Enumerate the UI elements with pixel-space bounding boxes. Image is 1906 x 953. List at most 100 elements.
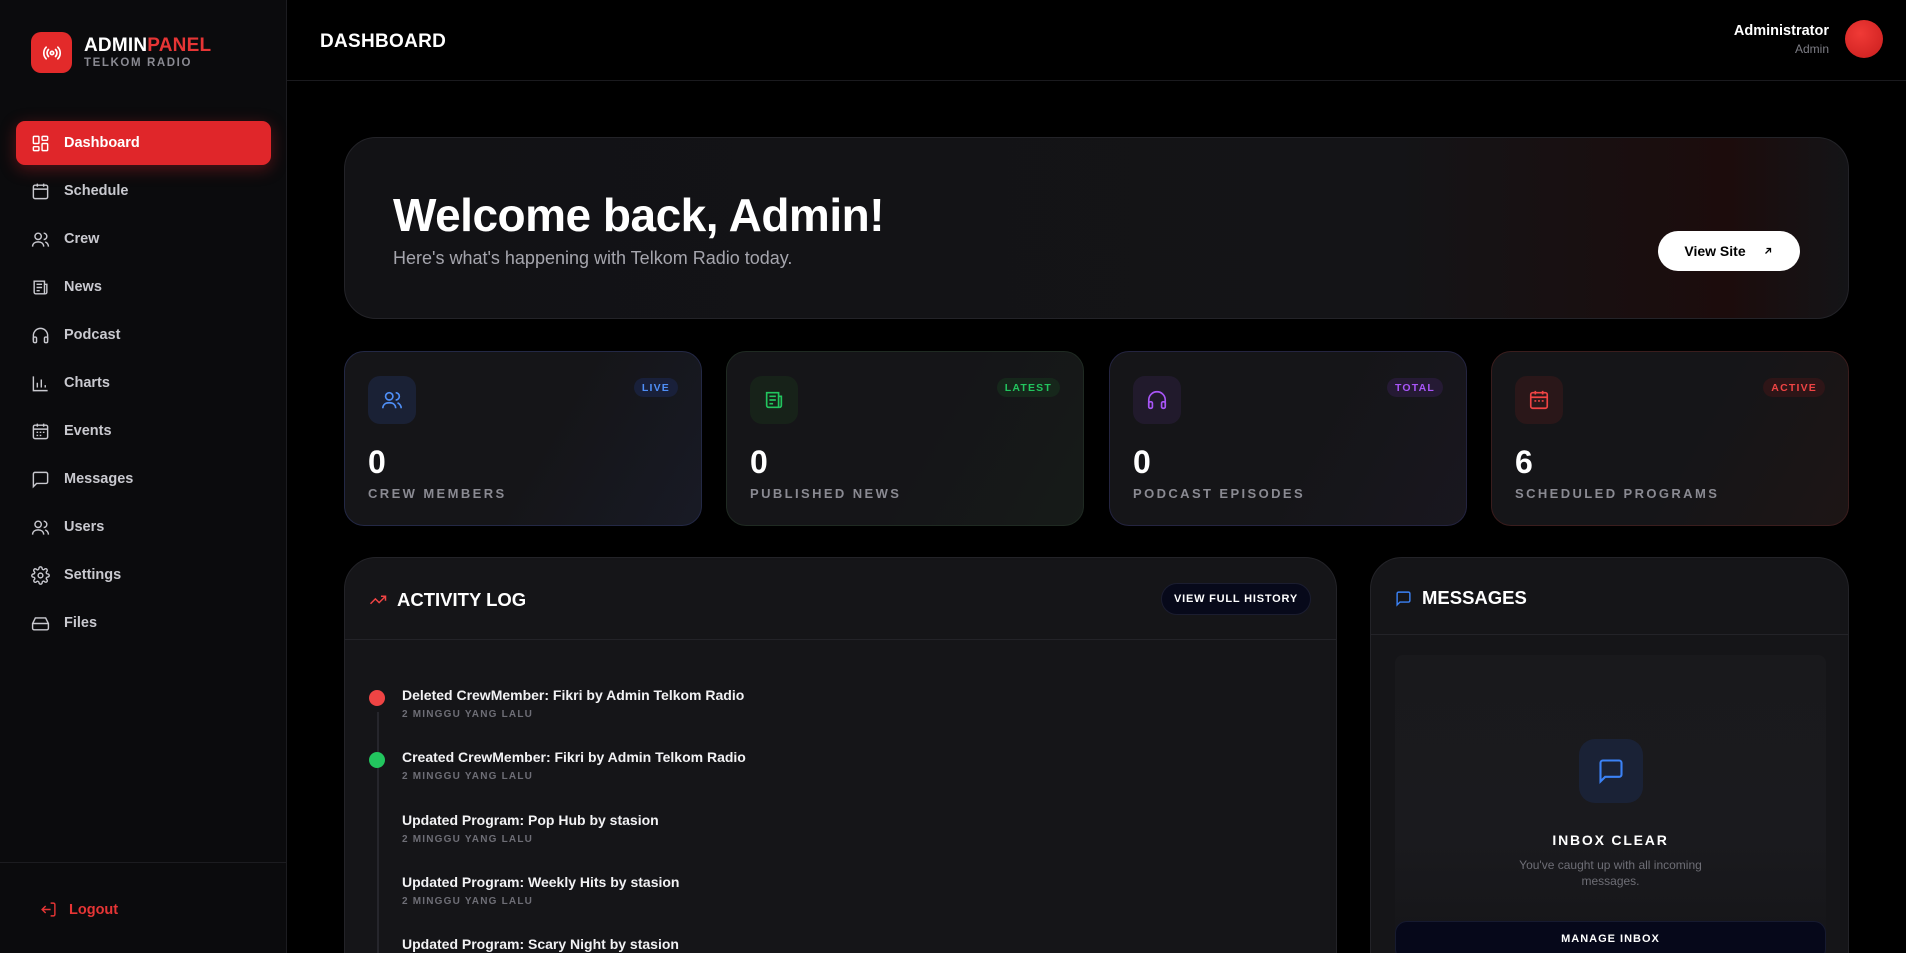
manage-inbox-button[interactable]: MANAGE INBOX (1395, 921, 1826, 953)
stat-card-podcast[interactable]: TOTAL 0 PODCAST EPISODES (1109, 351, 1467, 526)
calendar-grid-icon (32, 423, 49, 439)
activity-item[interactable]: Updated Program: Weekly Hits by stasion … (402, 874, 679, 907)
trending-up-icon (369, 595, 387, 605)
user-menu[interactable]: Administrator Admin (1734, 20, 1883, 58)
view-site-label: View Site (1684, 243, 1746, 259)
status-dot (369, 690, 385, 706)
stat-label: SCHEDULED PROGRAMS (1515, 486, 1720, 501)
welcome-subheading: Here's what's happening with Telkom Radi… (393, 248, 793, 268)
logout-icon (41, 902, 56, 917)
messages-heading: MESSAGES (1422, 587, 1527, 608)
brand[interactable]: ADMINPANEL TELKOM RADIO (31, 32, 211, 73)
brand-name: ADMINPANEL (84, 34, 212, 56)
chat-bubble-icon (1579, 739, 1643, 803)
sidebar-item-news[interactable]: News (16, 265, 271, 309)
newspaper-icon (750, 376, 798, 424)
sidebar-item-charts[interactable]: Charts (16, 361, 271, 405)
sidebar-item-label: Podcast (64, 327, 121, 343)
activity-text: Updated Program: Scary Night by stasion (402, 936, 679, 952)
activity-item[interactable]: Updated Program: Scary Night by stasion (402, 936, 679, 952)
brand-subtitle: TELKOM RADIO (84, 56, 192, 69)
users-icon (368, 376, 416, 424)
message-icon (1396, 590, 1411, 607)
activity-time: 2 MINGGU YANG LALU (402, 896, 534, 907)
stat-value: 0 (1133, 444, 1151, 480)
activity-text: Updated Program: Weekly Hits by stasion (402, 874, 680, 890)
sidebar-item-label: Events (64, 423, 112, 439)
sidebar-item-podcast[interactable]: Podcast (16, 313, 271, 357)
message-icon (32, 471, 49, 488)
page-title: DASHBOARD (320, 31, 447, 52)
sidebar-nav: Dashboard Schedule Crew News Podcast Cha… (16, 121, 271, 649)
inbox-clear-title: INBOX CLEAR (1552, 832, 1669, 848)
timeline-line (377, 712, 379, 953)
stat-card-news[interactable]: LATEST 0 PUBLISHED NEWS (726, 351, 1084, 526)
logout-button[interactable]: Logout (40, 901, 118, 918)
status-badge: TOTAL (1386, 378, 1443, 397)
sidebar-item-label: Schedule (64, 183, 129, 199)
newspaper-icon (33, 279, 48, 295)
stat-label: CREW MEMBERS (368, 486, 507, 501)
sidebar-item-events[interactable]: Events (16, 409, 271, 453)
messages-title: MESSAGES (1395, 587, 1527, 609)
users-icon (31, 231, 50, 247)
welcome-heading: Welcome back, Admin! (393, 189, 885, 241)
sidebar-footer: Logout (0, 862, 287, 953)
activity-log-heading: ACTIVITY LOG (397, 589, 527, 610)
headphones-icon (32, 327, 49, 343)
welcome-banner: Welcome back, Admin! Here's what's happe… (344, 137, 1849, 319)
avatar[interactable] (1845, 20, 1883, 58)
view-full-history-button[interactable]: VIEW FULL HISTORY (1161, 583, 1311, 615)
sidebar-item-label: Users (64, 519, 105, 535)
sidebar-item-settings[interactable]: Settings (16, 553, 271, 597)
messages-panel: MESSAGES INBOX CLEAR You've caught up wi… (1370, 557, 1849, 953)
activity-item[interactable]: Created CrewMember: Fikri by Admin Telko… (369, 749, 746, 782)
headphones-icon (1133, 376, 1181, 424)
sidebar-item-label: Dashboard (64, 135, 140, 151)
activity-text: Created CrewMember: Fikri by Admin Telko… (402, 749, 746, 765)
activity-text: Deleted CrewMember: Fikri by Admin Telko… (402, 687, 745, 703)
external-arrow-icon (1764, 247, 1771, 254)
user-name: Administrator (1733, 22, 1829, 39)
sidebar-item-label: Crew (64, 231, 100, 247)
drive-icon (31, 616, 50, 631)
user-role: Admin (1794, 41, 1829, 56)
stat-card-programs[interactable]: ACTIVE 6 SCHEDULED PROGRAMS (1491, 351, 1849, 526)
activity-time: 2 MINGGU YANG LALU (402, 834, 534, 845)
sidebar-item-messages[interactable]: Messages (16, 457, 271, 501)
logout-label: Logout (69, 901, 119, 918)
brand-name-panel: PANEL (147, 34, 212, 56)
brand-name-admin: ADMIN (84, 34, 148, 56)
sidebar-item-schedule[interactable]: Schedule (16, 169, 271, 213)
sidebar-item-label: Messages (64, 471, 134, 487)
inbox-empty-state: INBOX CLEAR You've caught up with all in… (1395, 655, 1826, 953)
sidebar-item-crew[interactable]: Crew (16, 217, 271, 261)
activity-time: 2 MINGGU YANG LALU (402, 709, 534, 720)
sidebar-item-label: Charts (64, 375, 110, 391)
calendar-icon (1515, 376, 1563, 424)
sidebar-item-files[interactable]: Files (16, 601, 271, 645)
gear-icon (31, 565, 50, 585)
activity-time: 2 MINGGU YANG LALU (402, 771, 534, 782)
status-badge: ACTIVE (1763, 378, 1825, 397)
bar-chart-icon (32, 375, 48, 391)
sidebar-item-label: Settings (64, 567, 122, 583)
calendar-icon (32, 183, 49, 199)
stat-label: PUBLISHED NEWS (750, 486, 902, 501)
status-badge: LATEST (996, 378, 1060, 397)
view-site-button[interactable]: View Site (1658, 231, 1800, 271)
status-dot (369, 752, 385, 768)
sidebar-item-users[interactable]: Users (16, 505, 271, 549)
sidebar-item-dashboard[interactable]: Dashboard (16, 121, 271, 165)
dashboard-icon (32, 135, 49, 151)
activity-log-title: ACTIVITY LOG (369, 589, 526, 611)
activity-item[interactable]: Updated Program: Pop Hub by stasion 2 MI… (402, 812, 659, 845)
sidebar-item-label: Files (64, 615, 98, 631)
users-icon (31, 519, 50, 535)
sidebar: ADMINPANEL TELKOM RADIO Dashboard Schedu… (0, 0, 287, 953)
topbar: DASHBOARD Administrator Admin (287, 0, 1906, 81)
stat-value: 0 (368, 444, 386, 480)
stat-card-crew[interactable]: LIVE 0 CREW MEMBERS (344, 351, 702, 526)
stat-label: PODCAST EPISODES (1133, 486, 1306, 501)
activity-item[interactable]: Deleted CrewMember: Fikri by Admin Telko… (369, 687, 745, 720)
